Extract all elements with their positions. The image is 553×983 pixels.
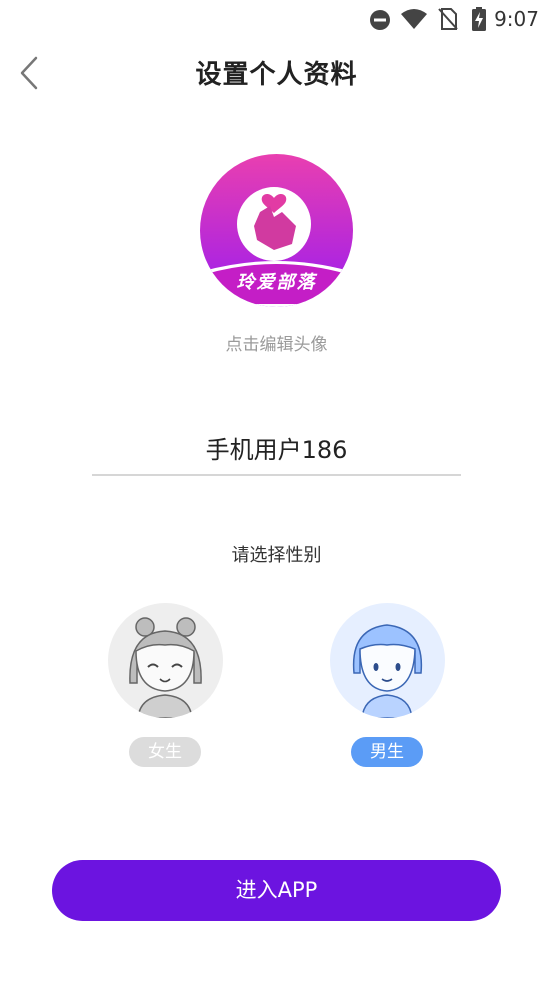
enter-app-button[interactable]: 进入APP [52, 860, 501, 921]
female-option-button[interactable]: 女生 [129, 737, 201, 767]
male-option-button[interactable]: 男生 [351, 737, 423, 767]
status-bar: 9:07 [0, 0, 553, 38]
status-time: 9:07 [494, 7, 539, 31]
gender-prompt: 请选择性别 [231, 545, 322, 566]
female-avatar[interactable] [108, 603, 223, 718]
male-avatar[interactable] [330, 603, 445, 718]
wifi-icon [401, 9, 427, 29]
dnd-icon [370, 10, 390, 30]
avatar[interactable]: 玲爱部落 [200, 154, 353, 307]
no-sim-icon [438, 8, 458, 30]
nickname-input[interactable] [92, 420, 461, 476]
avatar-logo-text: 玲爱部落 [236, 272, 317, 293]
boy-icon [352, 624, 423, 718]
battery-charging-icon [472, 7, 486, 31]
girl-icon [129, 617, 202, 718]
avatar-hint: 点击编辑头像 [225, 335, 328, 355]
page-title: 设置个人资料 [195, 60, 358, 90]
